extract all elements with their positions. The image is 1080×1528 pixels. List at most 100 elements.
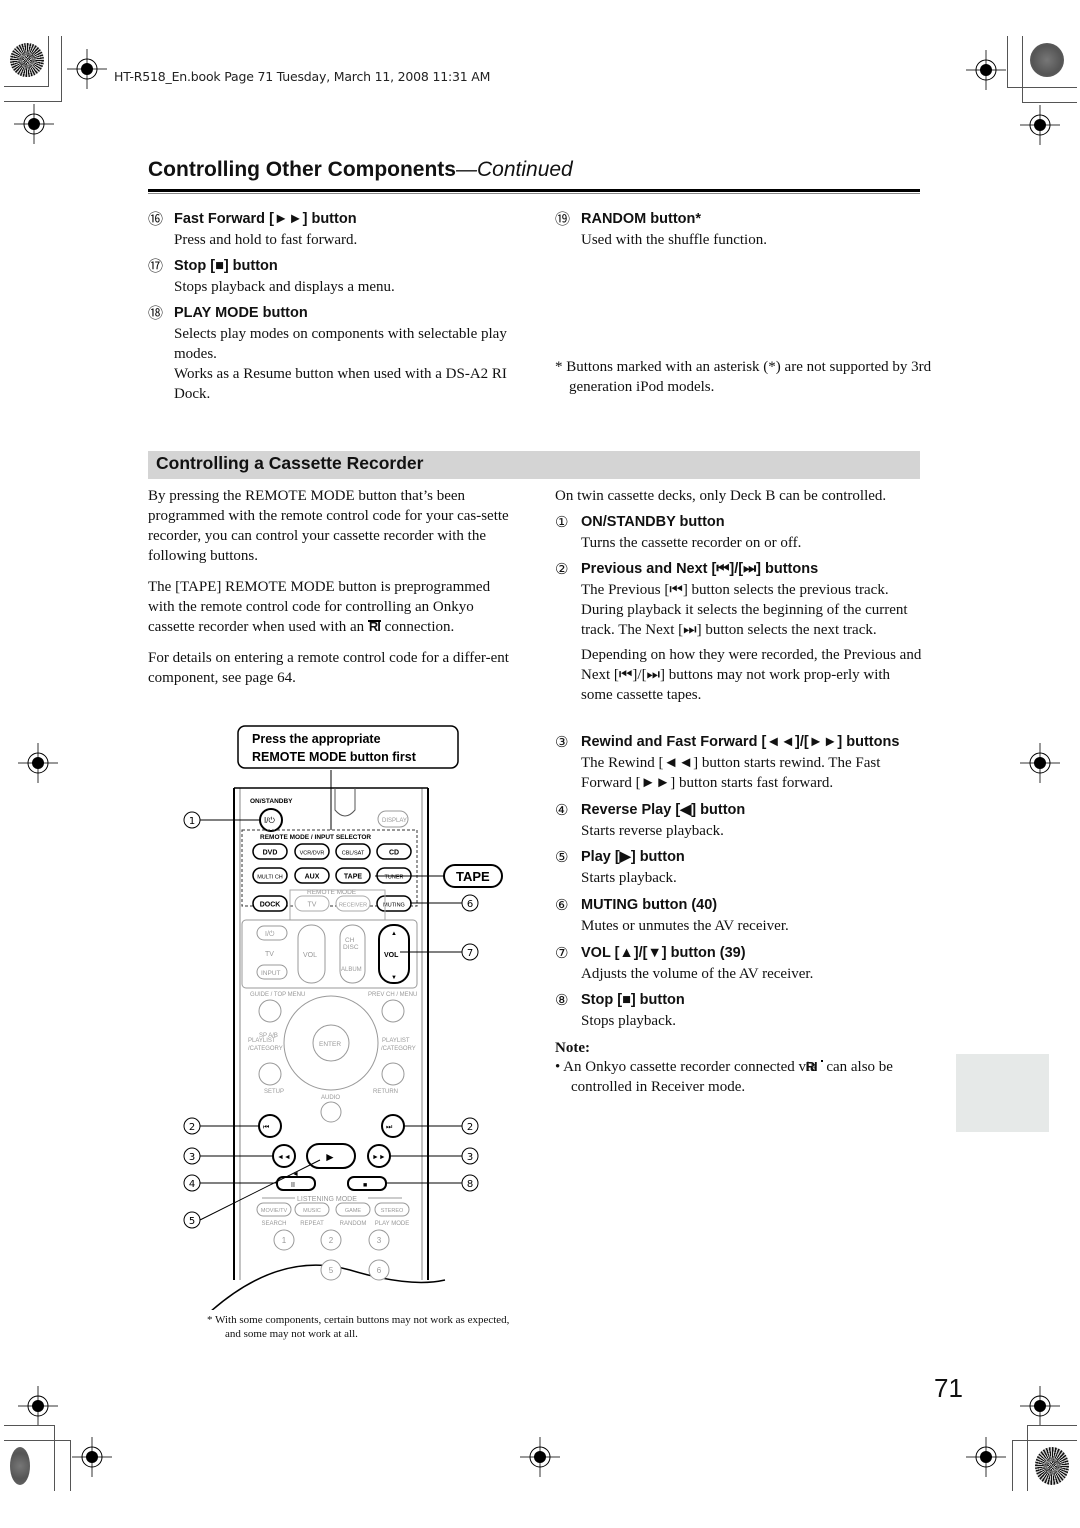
ch-label: CH [345,937,355,944]
list-item: ⑦ VOL [▲]/[▼] button (39) Adjusts the vol… [555,943,925,984]
remote-button-receiver[interactable]: RECEIVER [335,895,371,912]
guide-label: GUIDE / TOP MENU [250,992,305,998]
item-number: ② [555,560,569,578]
page-number: 71 [934,1373,963,1403]
remote-button-cd[interactable]: CD [376,843,412,860]
remote-button-label: DVD [263,850,278,857]
remote-control-diagram: Press the appropriate REMOTE MODE button… [183,725,503,1310]
intro-paragraph: The [TAPE] REMOTE MODE button is preprog… [148,577,510,637]
number-button-3[interactable]: 3 [368,1229,390,1251]
prev-ch-button[interactable] [381,999,405,1023]
setup-button[interactable] [258,1062,282,1086]
remote-button-muting[interactable]: MUTING [376,895,412,912]
note-heading: Note: [555,1040,590,1056]
crosshair-icon [1020,105,1060,145]
listening-mode-button[interactable]: MUSIC [294,1202,330,1217]
item-number: ⑤ [555,848,569,866]
remote-button-aux[interactable]: AUX [294,867,330,884]
crop-mark [54,1425,55,1491]
remote-button-label: TV [308,902,317,909]
crosshair-icon [18,1386,58,1426]
remote-button-tape[interactable]: TAPE [335,867,371,884]
remote-button-tv[interactable]: TV [294,895,330,912]
list-item: ⑲ RANDOM button* Used with the shuffle fu… [555,209,915,250]
enter-label: ENTER [319,1041,341,1048]
crosshair-icon [14,104,54,144]
remote-button-vcr-dvr[interactable]: VCR/DVR [294,843,330,860]
remote-button-multi-ch[interactable]: MULTI CH [252,867,288,884]
remote-button-label: AUX [305,874,320,881]
diagram-footnote: * With some components, certain buttons … [207,1314,510,1340]
crop-mark [1027,1425,1077,1426]
number-button-5[interactable]: 5 [320,1259,342,1281]
page-title: Controlling Other Components—Continued [148,158,573,182]
remote-button-label: TUNER [385,875,404,881]
thumb-index-tab [956,1054,1049,1132]
page-title-continued: —Continued [455,158,573,181]
item-heading: VOL [▲]/[▼] button (39) [581,945,746,961]
return-label: RETURN [373,1089,398,1095]
power-icon: I/⏻ [264,816,275,825]
item-description: Used with the shuffle function. [581,232,767,248]
item-number: ④ [555,801,569,819]
listening-mode-button[interactable]: MOVIE/TV [256,1202,292,1217]
tape-callout-label: TAPE [456,869,490,884]
item-number: ⑱ [148,304,164,322]
remote-mode-group-label: REMOTE MODE [307,889,357,896]
item-description: The Previous [⏮] button selects the prev… [581,582,908,638]
remote-button-label: RECEIVER [339,903,367,909]
list-item: ⑯ Fast Forward [►►] button Press and hold… [148,209,508,250]
crop-mark [4,101,62,102]
note-bullet: • An Onkyo cassette recorder connected v… [555,1057,941,1097]
play-icon: ► [324,1150,336,1164]
remote-button-label: DOCK [260,902,281,909]
item-description: Starts playback. [581,870,677,886]
item-heading: Stop [■] button [581,992,685,1008]
vol-label: VOL [384,952,399,959]
registration-starburst-top-left [10,43,44,77]
input-label: INPUT [261,970,281,977]
intro-text: connection. [384,619,455,635]
album-label: ALBUM [341,967,362,973]
playlist-left-sub: /CATEGORY [248,1046,283,1052]
number-button-1[interactable]: 1 [273,1229,295,1251]
crosshair-icon [67,49,107,89]
listening-mode-label: STEREO [381,1208,404,1214]
listening-mode-label: LISTENING MODE [297,1196,357,1203]
audio-button[interactable] [320,1101,342,1123]
item-number: ⑦ [555,944,569,962]
crop-mark [4,1440,71,1441]
list-item: ④ Reverse Play [◀] button Starts reverse … [555,800,925,841]
playlist-left-label: PLAYLIST [248,1038,276,1044]
tv-power-icon: I/⏻ [265,930,275,938]
ch-disc-rocker[interactable] [339,924,366,984]
item-description: The Rewind [◄◄] button starts rewind. Th… [581,755,881,791]
item-number: ③ [555,733,569,751]
crop-mark [61,36,62,101]
disc-label: DISC [343,944,359,951]
number-button-label: 3 [377,1236,382,1245]
item-description: Press and hold to fast forward. [174,232,358,248]
list-item: ⑥ MUTING button (40) Mutes or unmutes the… [555,895,925,936]
previous-icon: ⏮ [263,1124,269,1131]
guide-button[interactable] [258,999,282,1023]
tv-vol-label: VOL [303,952,317,959]
list-item: ② Previous and Next [⏮]/[⏭] buttons The P… [555,559,925,705]
listening-mode-label: MUSIC [303,1208,321,1214]
listening-mode-button[interactable]: STEREO [374,1202,410,1217]
vol-up-icon: ▲ [391,931,397,937]
number-button-2[interactable]: 2 [320,1229,342,1251]
callout-number: 6 [467,899,473,910]
crop-mark [48,36,49,86]
return-button[interactable] [381,1062,405,1086]
number-button-6[interactable]: 6 [368,1259,390,1281]
crop-mark [1012,1440,1077,1441]
crosshair-icon [1020,1386,1060,1426]
book-meta-header: HT-R518_En.book Page 71 Tuesday, March 1… [114,69,491,84]
remote-button-dvd[interactable]: DVD [252,843,288,860]
remote-button-dock[interactable]: DOCK [252,895,288,912]
remote-button-cbl-sat[interactable]: CBL/SAT [335,843,371,860]
remote-button-label: MUTING [383,903,405,909]
listening-mode-button[interactable]: GAME [335,1202,371,1217]
item-description: Selects play modes on components with se… [174,326,507,362]
